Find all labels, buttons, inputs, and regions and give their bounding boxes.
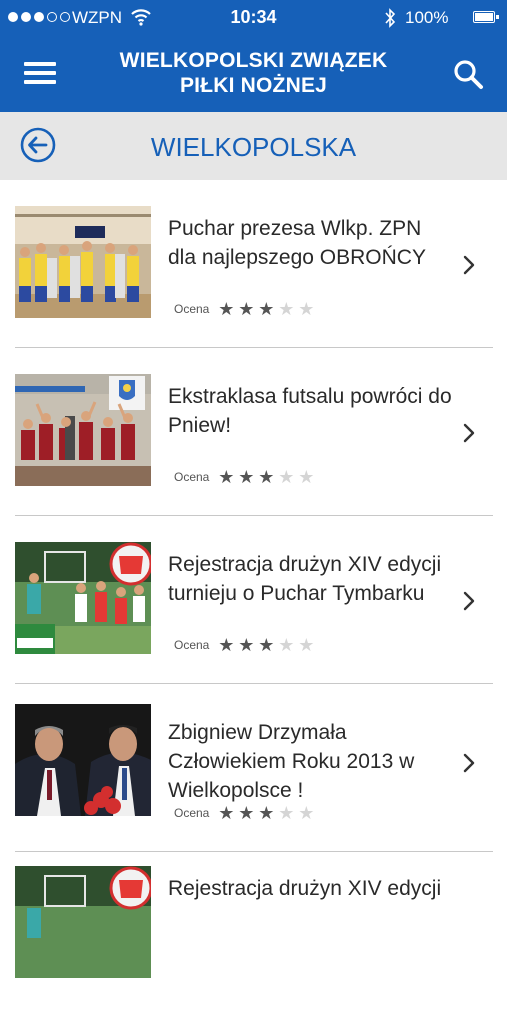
star-icon: ★ [238,803,255,823]
app-title-line1: WIELKOPOLSKI ZWIĄZEK [119,49,388,72]
star-icon: ★ [218,467,235,487]
list-item[interactable]: Rejestracja drużyn XIV edycji turnieju o… [0,516,507,684]
star-icon: ★ [298,803,315,823]
rating-label: Ocena [174,806,210,820]
star-icon: ★ [218,635,235,655]
star-icon: ★ [218,299,235,319]
status-bar: WZPN 10:34 100% [0,0,507,36]
list-item[interactable]: Rejestracja drużyn XIV edycji [0,846,507,1014]
star-icon: ★ [218,803,235,823]
rating-label: Ocena [174,470,210,484]
star-icon: ★ [238,635,255,655]
star-icon: ★ [238,467,255,487]
article-title[interactable]: Rejestracja drużyn XIV edycji [168,874,453,903]
article-thumbnail [15,704,151,816]
star-icon: ★ [258,467,275,487]
app-title: WIELKOPOLSKI ZWIĄZEK PIŁKI NOŻNEJ [100,48,407,98]
battery-percent: 100% [405,8,449,27]
battery-icon [473,11,499,23]
article-title[interactable]: Puchar prezesa Wlkp. ZPN dla najlepszego… [168,214,453,272]
search-icon[interactable] [452,58,484,90]
chevron-right-icon[interactable] [462,752,476,774]
article-thumbnail [15,206,151,318]
article-thumbnail [15,374,151,486]
star-icon: ★ [278,467,295,487]
app-title-line2: PIŁKI NOŻNEJ [179,74,328,97]
article-title[interactable]: Zbigniew Drzymała Człowiekiem Roku 2013 … [168,718,453,805]
rating-label: Ocena [174,638,210,652]
star-icon: ★ [298,635,315,655]
star-icon: ★ [278,803,295,823]
star-icon: ★ [238,299,255,319]
article-rating: Ocena ★ ★ ★ ★ ★ [174,300,317,318]
section-header: WIELKOPOLSKA [0,112,507,180]
star-icon: ★ [258,635,275,655]
star-icon: ★ [278,635,295,655]
app-header: WZPN 10:34 100% WIELKOPOLSKI ZWIĄZEK PIŁ… [0,0,507,112]
star-icon: ★ [258,803,275,823]
chevron-right-icon[interactable] [462,590,476,612]
star-icon: ★ [298,299,315,319]
rating-label: Ocena [174,302,210,316]
hamburger-icon[interactable] [24,62,56,86]
star-icon: ★ [258,299,275,319]
article-thumbnail [15,542,151,654]
list-item[interactable]: Zbigniew Drzymała Człowiekiem Roku 2013 … [0,684,507,852]
article-title[interactable]: Rejestracja drużyn XIV edycji turnieju o… [168,550,453,608]
chevron-right-icon[interactable] [462,254,476,276]
list-item[interactable]: Puchar prezesa Wlkp. ZPN dla najlepszego… [0,180,507,348]
article-rating: Ocena ★ ★ ★ ★ ★ [174,468,317,486]
bluetooth-icon [385,8,396,28]
article-title[interactable]: Ekstraklasa futsalu powróci do Pniew! [168,382,453,440]
star-icon: ★ [298,467,315,487]
section-title: WIELKOPOLSKA [150,132,357,162]
article-thumbnail [15,866,151,978]
article-rating: Ocena ★ ★ ★ ★ ★ [174,804,317,822]
article-rating: Ocena ★ ★ ★ ★ ★ [174,636,317,654]
chevron-right-icon[interactable] [462,422,476,444]
star-icon: ★ [278,299,295,319]
list-item[interactable]: Ekstraklasa futsalu powróci do Pniew! Oc… [0,348,507,516]
